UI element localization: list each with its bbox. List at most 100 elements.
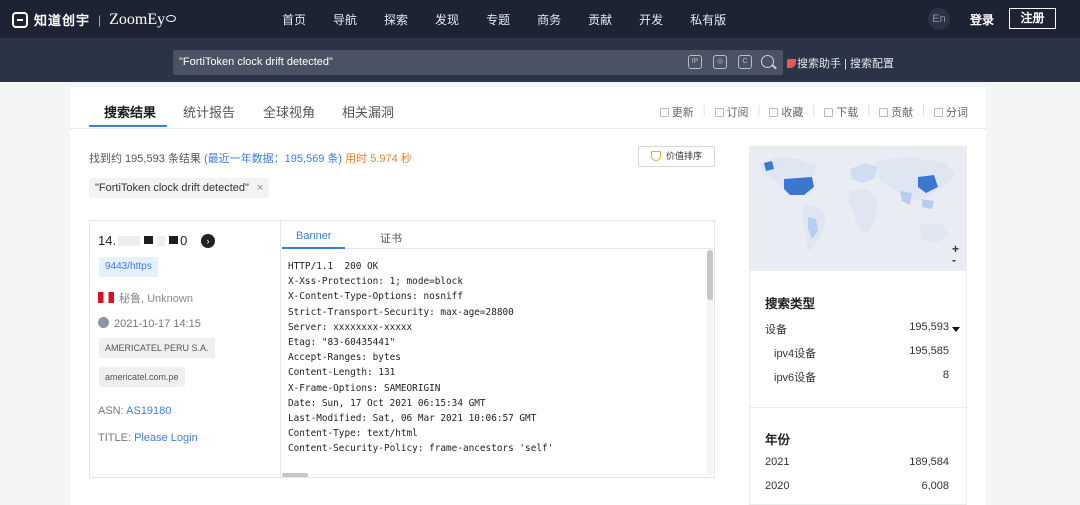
subscribe-action[interactable]: 订阅 — [714, 104, 749, 120]
location-text: 秘鲁, Unknown — [119, 293, 193, 305]
subscribe-icon — [714, 108, 724, 117]
type-row-label[interactable]: 设备 — [765, 321, 787, 337]
domain-tag[interactable]: americatel.com.pe — [99, 367, 185, 387]
asn-line: ASN: AS19180 — [98, 405, 171, 417]
tokenize-label: 分词 — [946, 107, 968, 119]
image-search-icon[interactable]: ◎ — [713, 55, 727, 69]
horizontal-scrollbar[interactable] — [282, 473, 308, 477]
nav-item-develop[interactable]: 开发 — [639, 11, 663, 28]
year-row-label[interactable]: 2020 — [765, 480, 789, 492]
redacted-block — [118, 236, 141, 246]
title-label: TITLE: — [98, 432, 132, 444]
tokenize-action[interactable]: 分词 — [934, 104, 968, 120]
chevron-down-icon[interactable] — [952, 327, 960, 332]
world-map-svg — [750, 147, 966, 271]
close-icon[interactable]: × — [257, 182, 263, 194]
map-zoom-controls[interactable]: + - — [952, 243, 959, 266]
search-icon[interactable] — [761, 55, 774, 68]
nav-item-private[interactable]: 私有版 — [690, 11, 726, 28]
recent-year-count[interactable]: (最近一年数据：195,569 条) — [204, 153, 342, 165]
nav-item-discover[interactable]: 发现 — [435, 11, 459, 28]
cert-search-icon[interactable]: C — [738, 55, 752, 69]
year-row-label[interactable]: 2021 — [765, 456, 789, 468]
type-row-value: 195,593 — [909, 321, 949, 333]
filter-chip-label: "FortiToken clock drift detected" — [95, 182, 249, 194]
sort-label: 价值排序 — [665, 151, 702, 161]
scrollbar-thumb[interactable] — [707, 250, 713, 300]
arrow-right-icon[interactable]: › — [201, 234, 215, 248]
download-action[interactable]: 下载 — [824, 104, 858, 120]
update-action[interactable]: 更新 — [659, 104, 694, 120]
banner-line: Server: xxxxxxxx-xxxxx — [288, 321, 413, 333]
search-query-text: "FortiToken clock drift detected" — [179, 56, 333, 68]
nav-item-business[interactable]: 商务 — [537, 11, 561, 28]
vertical-scrollbar[interactable] — [707, 250, 713, 475]
query-time: 用时 5.974 秒 — [345, 153, 412, 165]
year-row-value: 189,584 — [909, 456, 949, 468]
nav-item-contribute[interactable]: 贡献 — [588, 11, 612, 28]
subscribe-label: 订阅 — [726, 107, 749, 119]
tokenize-icon — [934, 108, 943, 117]
search-input[interactable]: "FortiToken clock drift detected" IP ◎ C — [173, 50, 783, 75]
search-help-links[interactable]: 搜索助手 | 搜索配置 — [787, 55, 894, 71]
type-row-value: 8 — [942, 369, 949, 381]
world-map[interactable]: + - — [750, 147, 966, 271]
redacted-block — [169, 236, 179, 244]
contribute-action[interactable]: 贡献 — [879, 104, 913, 120]
banner-line: Last-Modified: Sat, 06 Mar 2021 10:06:57… — [288, 413, 537, 425]
banner-line: X-Frame-Options: SAMEORIGIN — [288, 382, 441, 394]
tab-certificate[interactable]: 证书 — [380, 230, 402, 246]
action-divider: | — [812, 104, 816, 116]
ip-search-icon[interactable]: IP — [688, 55, 702, 69]
action-divider: | — [867, 104, 871, 116]
year-title: 年份 — [765, 433, 791, 447]
logo[interactable]: 知道创宇 | ZoomEy — [12, 10, 177, 29]
result-summary: 找到约 195,593 条结果 (最近一年数据：195,569 条) 用时 5.… — [89, 150, 412, 166]
result-count: 找到约 195,593 条结果 — [89, 153, 201, 165]
redacted-block — [157, 236, 166, 246]
search-help-text: 搜索助手 | 搜索配置 — [797, 58, 894, 70]
action-divider: | — [757, 104, 761, 116]
shield-icon — [650, 151, 661, 161]
zoom-out-button[interactable]: - — [952, 254, 959, 266]
tab-global-view[interactable]: 全球视角 — [263, 102, 315, 121]
nav-item-home[interactable]: 首页 — [282, 11, 306, 28]
logo-en-text: ZoomEy — [109, 10, 166, 28]
tab-banner[interactable]: Banner — [296, 230, 331, 242]
banner-line: Content-Type: text/html — [288, 428, 418, 440]
banner-line: Date: Sun, 17 Oct 2021 06:15:34 GMT — [288, 397, 486, 409]
language-toggle[interactable]: En — [928, 8, 950, 30]
search-band: "FortiToken clock drift detected" IP ◎ C… — [0, 38, 1080, 82]
org-tag[interactable]: AMERICATEL PERU S.A. — [99, 338, 215, 358]
clock-icon — [98, 317, 109, 328]
action-divider: | — [702, 104, 706, 116]
nav-item-topics[interactable]: 专题 — [486, 11, 510, 28]
value-sort-button[interactable]: 价值排序 — [638, 146, 715, 167]
banner-line: Strict-Transport-Security: max-age=28800 — [288, 306, 514, 318]
logo-separator: | — [98, 12, 102, 27]
filter-chip: "FortiToken clock drift detected" × — [89, 178, 270, 198]
type-row-label[interactable]: ipv4设备 — [774, 345, 816, 361]
ip-suffix: 0 — [180, 233, 188, 248]
download-label: 下载 — [836, 107, 859, 119]
banner-panel: Banner 证书 HTTP/1.1 200 OK X-Xss-Protectio… — [282, 221, 714, 477]
main-nav: 首页 导航 探索 发现 专题 商务 贡献 开发 私有版 — [282, 11, 753, 28]
type-row-label[interactable]: ipv6设备 — [774, 369, 816, 385]
banner-line: HTTP/1.1 200 OK — [288, 261, 379, 272]
ip-address[interactable]: 14. 0 — [98, 233, 187, 248]
register-button[interactable]: 注册 — [1009, 8, 1056, 29]
tab-search-results[interactable]: 搜索结果 — [104, 102, 156, 121]
tab-stats-report[interactable]: 统计报告 — [183, 102, 235, 121]
banner-line: X-Xss-Protection: 1; mode=block — [288, 276, 463, 288]
sidebar-divider — [750, 407, 966, 408]
asn-link[interactable]: AS19180 — [126, 405, 171, 417]
tab-related-vulns[interactable]: 相关漏洞 — [342, 102, 394, 121]
login-link[interactable]: 登录 — [970, 11, 994, 28]
redacted-block — [144, 236, 154, 244]
nav-item-explore[interactable]: 探索 — [384, 11, 408, 28]
favorite-action[interactable]: 收藏 — [769, 104, 803, 120]
star-icon — [769, 108, 779, 117]
port-badge[interactable]: 9443/https — [99, 257, 158, 277]
title-link[interactable]: Please Login — [134, 432, 198, 444]
nav-item-navigation[interactable]: 导航 — [333, 11, 357, 28]
